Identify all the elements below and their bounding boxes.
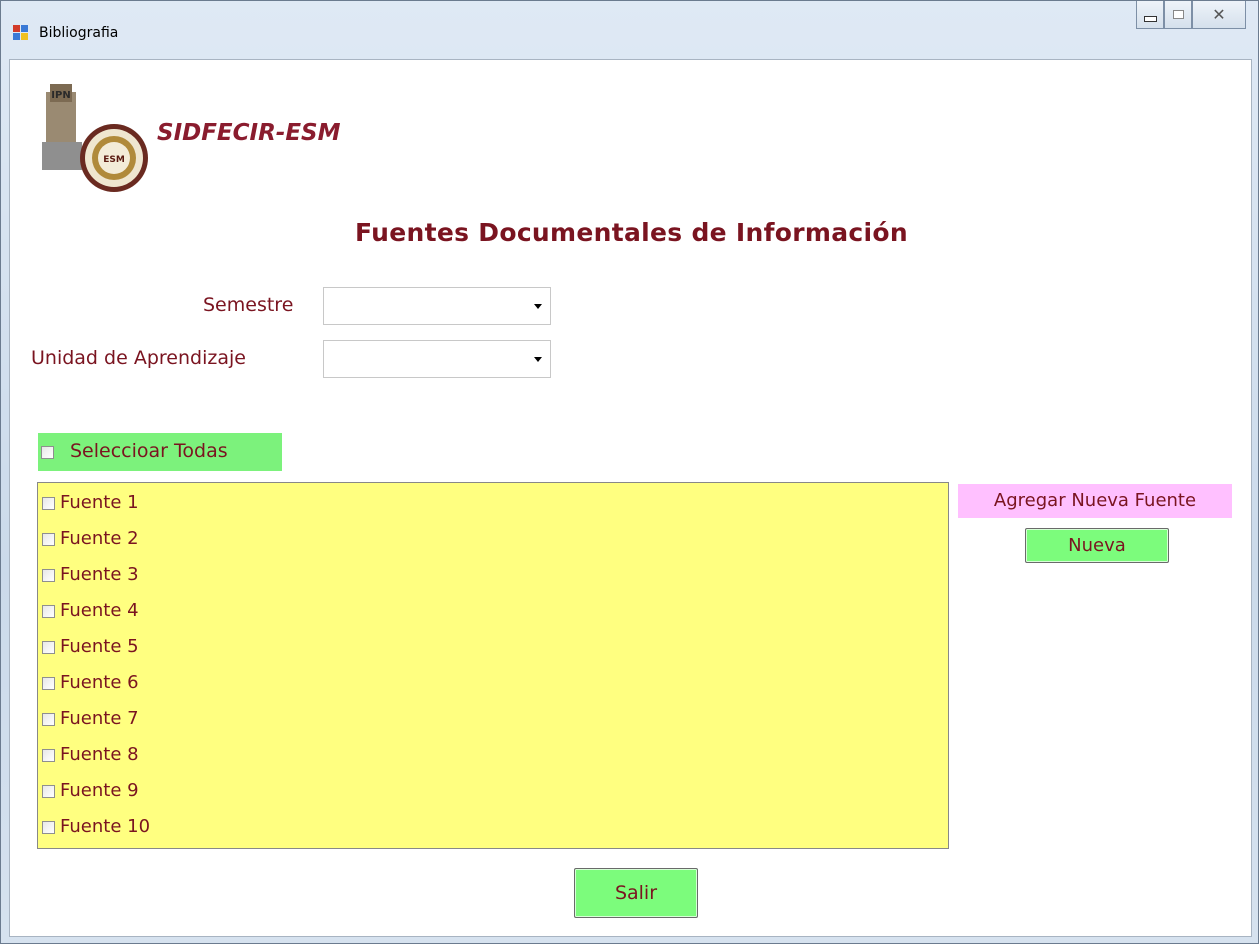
checkbox-icon [42,641,55,654]
source-label: Fuente 2 [60,528,139,549]
add-source-label: Agregar Nueva Fuente [958,484,1232,518]
select-all-checkbox[interactable]: Seleccioar Todas [38,433,282,471]
maximize-button[interactable] [1164,1,1192,29]
source-label: Fuente 10 [60,816,151,837]
logo-esm-text: ESM [103,155,125,165]
dropdown-arrow-icon [534,357,542,362]
dropdown-arrow-icon [534,304,542,309]
checkbox-icon [42,677,55,690]
source-label: Fuente 8 [60,744,139,765]
close-button[interactable]: ✕ [1192,1,1246,29]
checkbox-icon [42,497,55,510]
checkbox-icon [42,569,55,582]
checkbox-icon [42,605,55,618]
list-item[interactable]: Fuente 8 [42,738,342,774]
title-bar[interactable]: Bibliografia ✕ [1,1,1258,59]
app-form-icon [13,25,29,41]
checkbox-icon [42,749,55,762]
source-label: Fuente 1 [60,492,139,513]
window-controls: ✕ [1136,1,1246,29]
list-item[interactable]: Fuente 1 [42,486,342,522]
unidad-aprendizaje-combobox[interactable] [323,340,551,378]
list-item[interactable]: Fuente 7 [42,702,342,738]
list-item[interactable]: Fuente 4 [42,594,342,630]
checkbox-icon [41,446,54,459]
source-label: Fuente 7 [60,708,139,729]
sources-checked-list[interactable]: Fuente 1 Fuente 2 Fuente 3 Fuente 4 Fuen… [37,482,949,849]
list-item[interactable]: Fuente 2 [42,522,342,558]
maximize-icon [1172,10,1184,19]
app-window: Bibliografia ✕ IPN ESM SIDFECIR-ESM Fuen… [0,0,1259,944]
checkbox-icon [42,785,55,798]
unidad-aprendizaje-label: Unidad de Aprendizaje [31,347,246,369]
checkbox-icon [42,821,55,834]
minimize-icon [1143,15,1157,22]
ipn-esm-logo: IPN ESM [42,84,148,192]
exit-button[interactable]: Salir [574,868,698,918]
source-label: Fuente 9 [60,780,139,801]
semestre-combobox[interactable] [323,287,551,325]
semestre-label: Semestre [203,294,294,316]
minimize-button[interactable] [1136,1,1164,29]
source-label: Fuente 4 [60,600,139,621]
checkbox-icon [42,713,55,726]
source-label: Fuente 5 [60,636,139,657]
brand-title: SIDFECIR-ESM [157,120,341,146]
select-all-label: Seleccioar Todas [70,440,228,462]
list-item[interactable]: Fuente 6 [42,666,342,702]
window-title: Bibliografia [39,25,119,41]
logo-ipn-text: IPN [51,90,70,101]
close-icon: ✕ [1212,5,1226,24]
new-source-button[interactable]: Nueva [1025,528,1169,563]
source-label: Fuente 6 [60,672,139,693]
list-item[interactable]: Fuente 9 [42,774,342,810]
source-label: Fuente 3 [60,564,139,585]
list-item[interactable]: Fuente 10 [42,810,342,846]
list-item[interactable]: Fuente 3 [42,558,342,594]
checkbox-icon [42,533,55,546]
page-heading: Fuentes Documentales de Información [355,218,908,247]
list-item[interactable]: Fuente 5 [42,630,342,666]
form-client-area: IPN ESM SIDFECIR-ESM Fuentes Documentale… [9,59,1252,937]
